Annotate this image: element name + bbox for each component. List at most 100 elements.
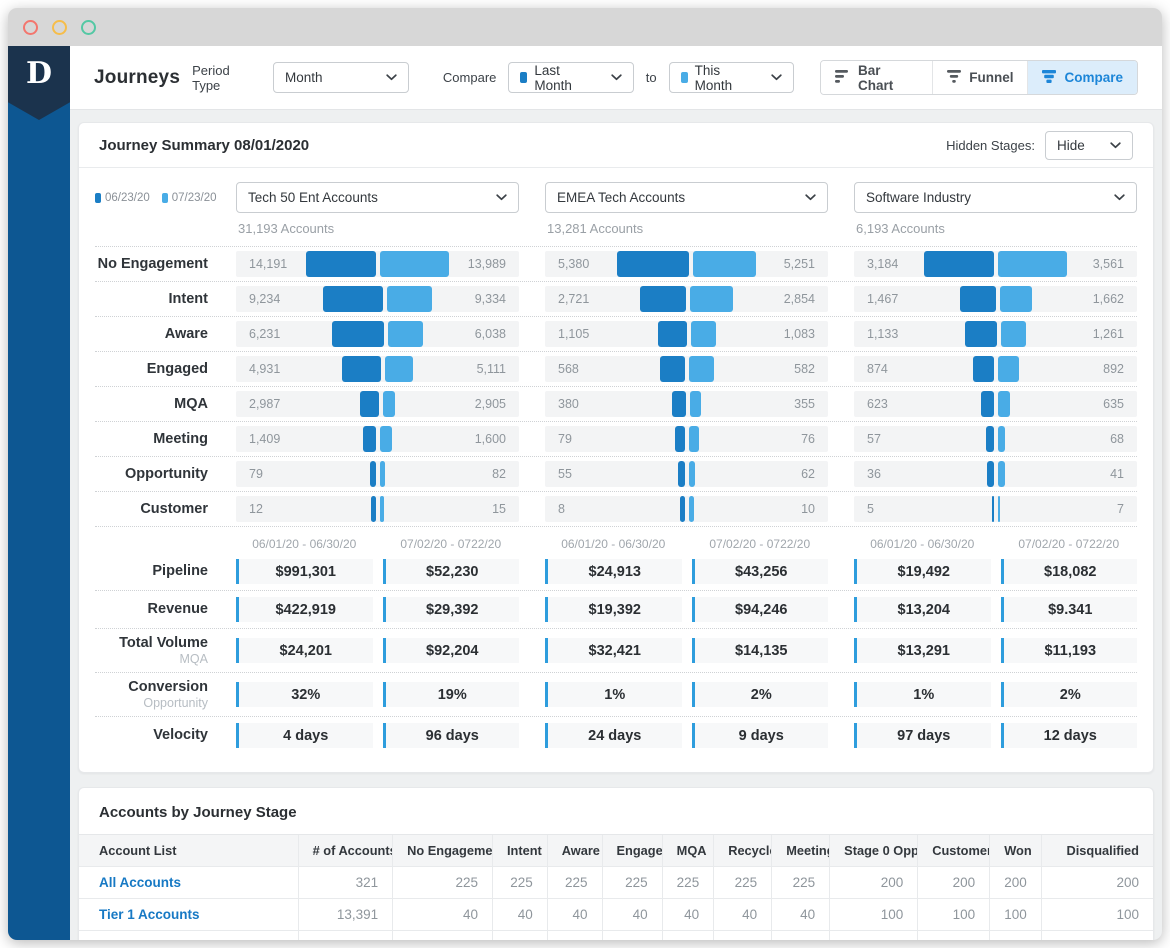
bar-previous-period xyxy=(973,356,994,382)
demandbase-logo[interactable]: D xyxy=(8,46,70,120)
bar-current-period xyxy=(998,251,1067,277)
account-list-link[interactable]: All Accounts xyxy=(99,875,181,890)
metric-row-total-volume: Total VolumeMQA$24,201$92,204$32,421$14,… xyxy=(95,629,1137,673)
column-header-of-accounts: # of Accounts xyxy=(298,835,393,867)
stage-bars xyxy=(371,496,384,522)
previous-period-swatch xyxy=(520,72,527,83)
metric-value-period2: $94,246 xyxy=(692,597,829,622)
hidden-stages-label: Hidden Stages: xyxy=(946,138,1035,153)
column-header-disqualified: Disqualified xyxy=(1041,835,1153,867)
stage-count-cell: 100 xyxy=(918,899,990,931)
accounts-table: Account List# of AccountsNo EngagementIn… xyxy=(79,835,1153,940)
stage-bars xyxy=(370,461,385,487)
bar-current-period xyxy=(998,496,1000,522)
bar-current-period xyxy=(691,321,716,347)
column-header-customer: Customer xyxy=(918,835,990,867)
period-range-1: 06/01/20 - 06/30/20 xyxy=(236,537,373,551)
stage-band-col3: 874892 xyxy=(854,356,1137,382)
table-row: Funnel 29311616161616161650505050 xyxy=(79,931,1153,940)
column-header-engaged: Engaged xyxy=(602,835,662,867)
metric-label: Revenue xyxy=(95,601,210,618)
metric-value-period1: 4 days xyxy=(236,723,373,748)
metric-value-period2: 2% xyxy=(692,682,829,707)
metric-label-main: Conversion xyxy=(95,679,208,696)
metric-cells-col2: $19,392$94,246 xyxy=(545,597,828,622)
metric-cells-col1: $24,201$92,204 xyxy=(236,638,519,663)
view-button-compare[interactable]: Compare xyxy=(1027,61,1137,94)
window-control-close[interactable] xyxy=(23,20,38,35)
account-list-select-2[interactable]: EMEA Tech Accounts xyxy=(545,182,828,213)
stage-band-col1: 2,9872,905 xyxy=(236,391,519,417)
metric-cells-col1: 4 days96 days xyxy=(236,723,519,748)
account-list-select-1[interactable]: Tech 50 Ent Accounts xyxy=(236,182,519,213)
view-button-label: Funnel xyxy=(969,70,1013,85)
bar-current-period xyxy=(693,251,756,277)
previous-period-value: 12 xyxy=(249,502,263,516)
previous-period-value: 1,105 xyxy=(558,327,589,341)
bar-previous-period xyxy=(370,461,376,487)
period-range-1: 06/01/20 - 06/30/20 xyxy=(854,537,991,551)
compare-to-select[interactable]: This Month xyxy=(669,62,794,93)
column-header-meeting: Meeting xyxy=(772,835,830,867)
stage-count-cell: 16 xyxy=(393,931,493,940)
chevron-down-icon xyxy=(386,74,397,81)
column-header-aware: Aware xyxy=(547,835,602,867)
column-header-account-list: Account List xyxy=(79,835,298,867)
metric-value-period2: $11,193 xyxy=(1001,638,1138,663)
current-period-value: 892 xyxy=(1103,362,1124,376)
account-list-link[interactable]: Tier 1 Accounts xyxy=(99,907,200,922)
compare-from-select[interactable]: Last Month xyxy=(508,62,633,93)
period-range-1: 06/01/20 - 06/30/20 xyxy=(545,537,682,551)
stage-row-customer: Customer121581057 xyxy=(95,492,1137,527)
metric-value-period1: $24,913 xyxy=(545,559,682,584)
bar-current-period xyxy=(689,356,714,382)
stage-bars xyxy=(306,251,449,277)
period-type-label: Period Type xyxy=(192,63,261,93)
metric-value-period2: 19% xyxy=(383,682,520,707)
column-header-no-engagement: No Engagement xyxy=(393,835,493,867)
period-type-value: Month xyxy=(285,70,323,85)
stage-band-col3: 623635 xyxy=(854,391,1137,417)
bar-current-period xyxy=(385,356,413,382)
bar-current-period xyxy=(689,496,694,522)
view-toggle-group: Bar Chart Funnel Compare xyxy=(820,60,1138,95)
previous-period-value: 79 xyxy=(249,467,263,481)
account-list-name: Tech 50 Ent Accounts xyxy=(248,190,378,205)
current-period-value: 82 xyxy=(492,467,506,481)
stage-count-cell: 13,391 xyxy=(298,899,393,931)
period-type-select[interactable]: Month xyxy=(273,62,409,93)
stage-count-cell: 200 xyxy=(830,867,918,899)
current-period-value: 13,989 xyxy=(468,257,506,271)
window-control-minimize[interactable] xyxy=(52,20,67,35)
previous-period-value: 2,721 xyxy=(558,292,589,306)
stage-count-cell: 225 xyxy=(393,867,493,899)
account-list-cell: All Accounts xyxy=(79,867,298,899)
legend-label: 06/23/20 xyxy=(105,192,150,204)
content-area: Journey Summary 08/01/2020 Hidden Stages… xyxy=(70,110,1162,940)
current-period-value: 2,854 xyxy=(784,292,815,306)
stage-band-col2: 7976 xyxy=(545,426,828,452)
column-header-stage-0-opp: Stage 0 Opp xyxy=(830,835,918,867)
stage-bars xyxy=(342,356,413,382)
bar-current-period xyxy=(380,496,384,522)
stage-count-cell: 40 xyxy=(492,899,547,931)
account-list-column-3: Software Industry6,193 Accounts xyxy=(854,182,1137,236)
column-header-won: Won xyxy=(990,835,1042,867)
window-control-zoom[interactable] xyxy=(81,20,96,35)
metric-row-pipeline: Pipeline$991,301$52,230$24,913$43,256$19… xyxy=(95,553,1137,591)
metric-cells-col2: 1%2% xyxy=(545,682,828,707)
hidden-stages-select[interactable]: Hide xyxy=(1045,131,1133,160)
account-list-select-3[interactable]: Software Industry xyxy=(854,182,1137,213)
stage-label: Engaged xyxy=(95,361,210,377)
stage-count-cell: 225 xyxy=(662,867,714,899)
metric-label-main: Velocity xyxy=(95,727,208,744)
current-period-value: 582 xyxy=(794,362,815,376)
bar-current-period xyxy=(690,286,733,312)
stage-count-cell: 225 xyxy=(714,867,772,899)
legend: 06/23/2007/23/20 xyxy=(95,182,210,204)
stage-count-cell: 225 xyxy=(602,867,662,899)
view-button-bar-chart[interactable]: Bar Chart xyxy=(821,61,932,94)
stage-count-cell: 40 xyxy=(393,899,493,931)
account-list-link[interactable]: Funnel 2 xyxy=(99,939,155,940)
view-button-funnel[interactable]: Funnel xyxy=(932,61,1027,94)
